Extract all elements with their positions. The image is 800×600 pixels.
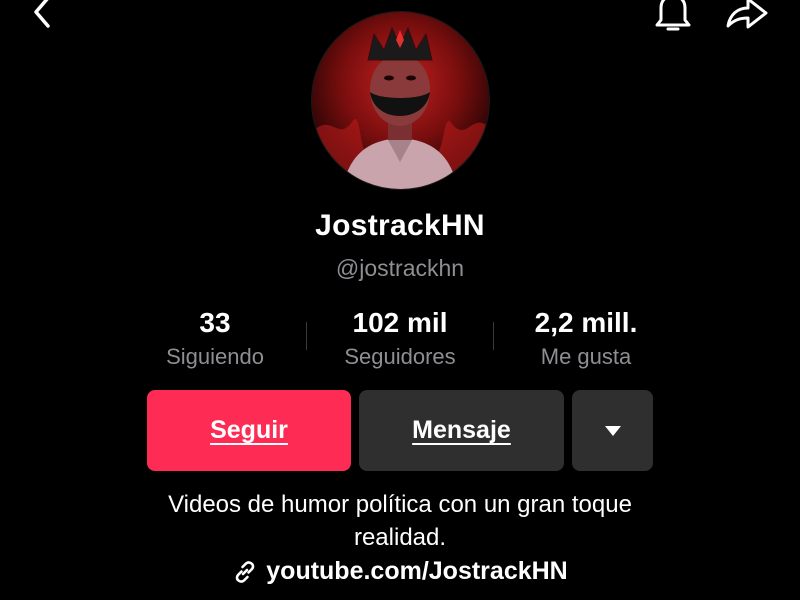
stat-likes[interactable]: 2,2 mill. Me gusta	[507, 306, 665, 370]
bio-line: Videos de humor política con un gran toq…	[168, 491, 632, 518]
follow-button-label: Seguir	[210, 416, 288, 444]
profile-link[interactable]: youtube.com/JostrackHN	[0, 557, 800, 586]
followers-count: 102 mil	[352, 307, 448, 338]
avatar-image	[312, 12, 489, 189]
stat-followers[interactable]: 102 mil Seguidores	[322, 306, 478, 370]
bio-line: realidad.	[353, 524, 447, 551]
chevron-left-icon	[34, 0, 50, 28]
profile-screen: JostrackHN @jostrackhn 33 Siguiendo 102 …	[0, 0, 800, 600]
message-button[interactable]: Mensaje	[359, 390, 564, 471]
stat-divider	[306, 322, 307, 350]
avatar[interactable]	[312, 12, 489, 189]
following-count: 33	[199, 307, 231, 338]
stat-divider	[493, 322, 494, 350]
caret-down-icon	[604, 425, 621, 436]
back-button[interactable]	[26, 0, 60, 34]
link-icon	[235, 560, 255, 583]
likes-count: 2,2 mill.	[534, 307, 638, 338]
following-label: Siguiendo	[166, 344, 264, 369]
more-options-button[interactable]	[572, 390, 653, 471]
notifications-button[interactable]	[650, 0, 696, 36]
share-button[interactable]	[722, 0, 772, 36]
display-name: JostrackHN	[315, 209, 485, 242]
followers-label: Seguidores	[344, 344, 456, 369]
follow-button[interactable]: Seguir	[147, 390, 351, 471]
bio: Videos de humor política con un gran toq…	[100, 488, 700, 554]
stat-following[interactable]: 33 Siguiendo	[142, 306, 288, 370]
share-arrow-icon	[726, 0, 768, 29]
likes-label: Me gusta	[540, 344, 632, 369]
username: @jostrackhn	[335, 255, 465, 281]
profile-link-text: youtube.com/JostrackHN	[266, 557, 568, 585]
message-button-label: Mensaje	[412, 416, 511, 444]
bell-icon	[655, 0, 691, 31]
